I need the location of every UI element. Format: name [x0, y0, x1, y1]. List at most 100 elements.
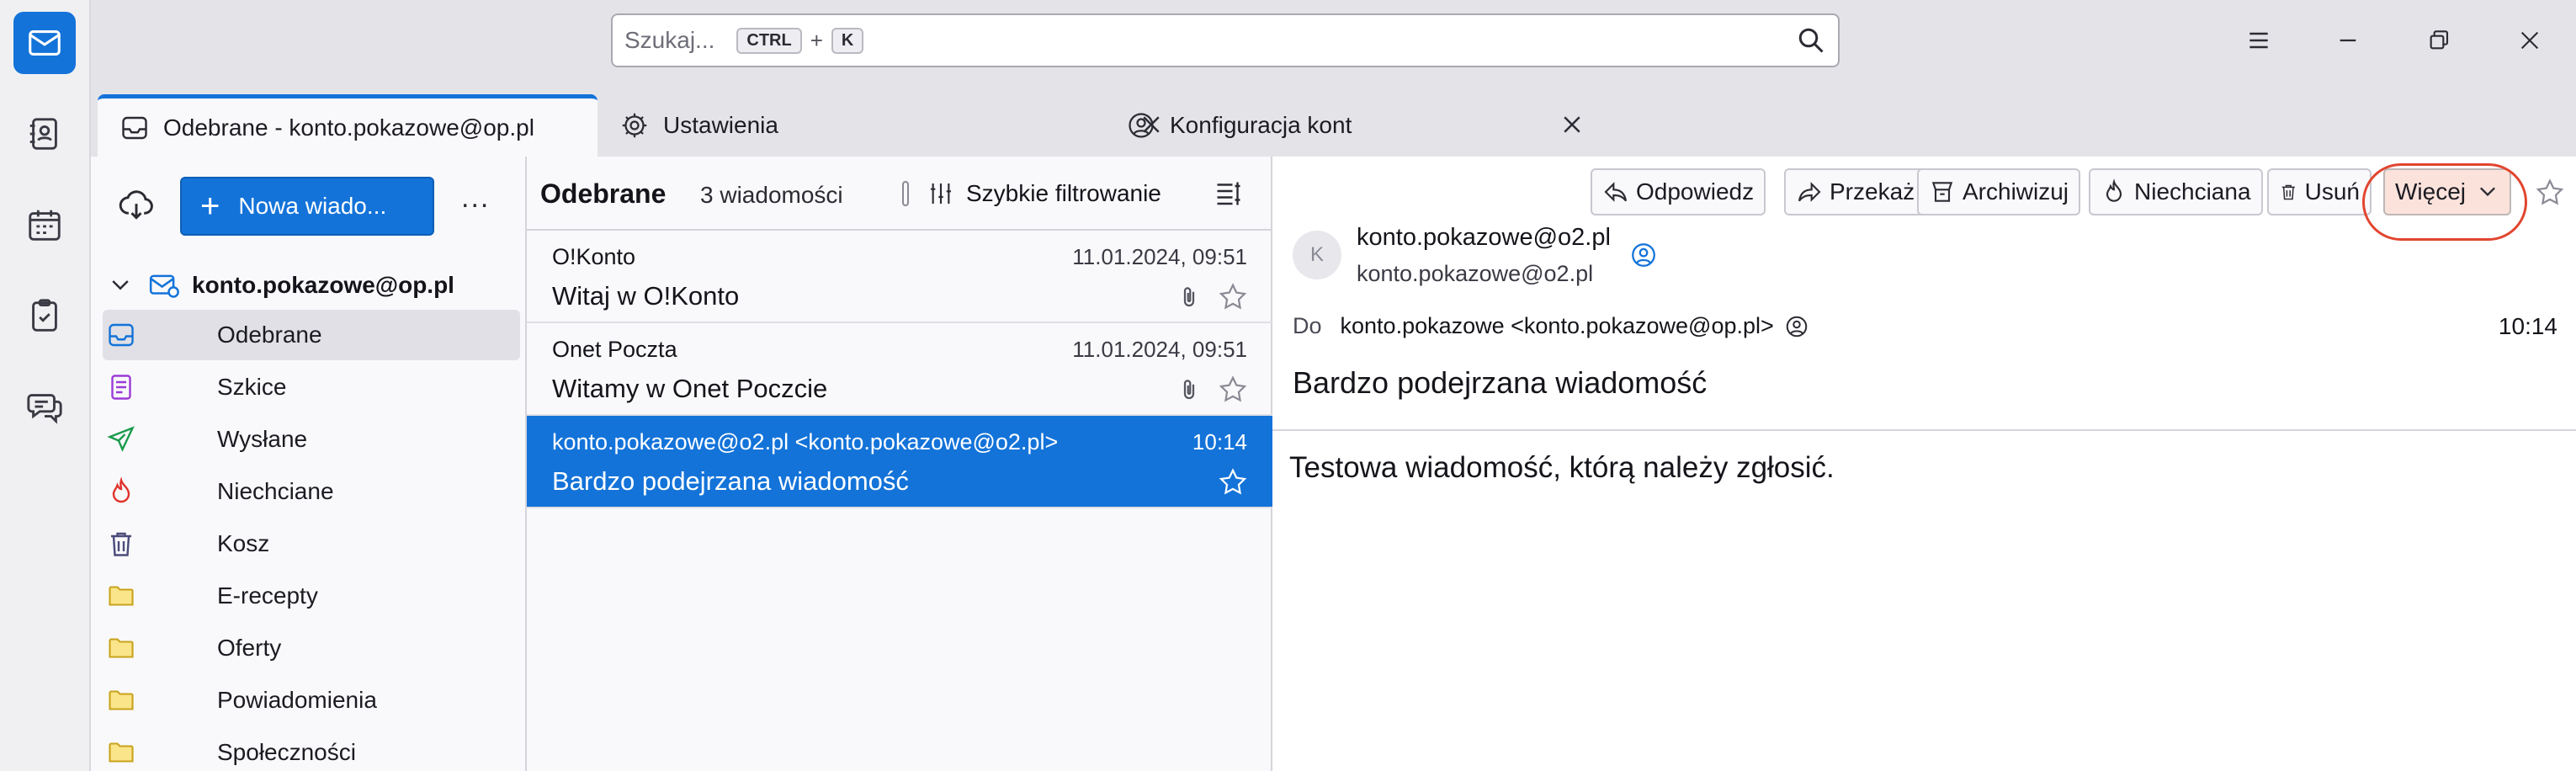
- new-message-button[interactable]: + Nowa wiado...: [180, 177, 434, 236]
- archive-label: Archiwizuj: [1963, 178, 2069, 205]
- folder-icon: [109, 638, 134, 658]
- folder-label: Kosz: [217, 530, 270, 556]
- message-reader: Odpowiedz Przekaż Archiwizuj Niechciana …: [1272, 157, 2576, 771]
- reply-button[interactable]: Odpowiedz: [1591, 168, 1766, 215]
- tasks-space-button[interactable]: [13, 284, 76, 347]
- star-icon[interactable]: [1217, 374, 1249, 406]
- tab-settings[interactable]: Ustawienia: [619, 94, 1192, 157]
- recipient-label: Do: [1293, 313, 1322, 338]
- chat-icon: [27, 394, 62, 424]
- account-mail-icon: [149, 274, 179, 298]
- folder-trash[interactable]: Kosz: [103, 518, 520, 569]
- folder-e-recepty[interactable]: E-recepty: [103, 571, 520, 621]
- folder-label: Oferty: [217, 635, 282, 661]
- restore-button[interactable]: [2415, 17, 2462, 64]
- folder-spolecznosci[interactable]: Społeczności: [103, 727, 520, 771]
- folder-oferty[interactable]: Oferty: [103, 623, 520, 673]
- sent-icon: [107, 426, 135, 452]
- folder-drafts[interactable]: Szkice: [103, 362, 520, 412]
- star-icon[interactable]: [1217, 281, 1249, 313]
- close-window-button[interactable]: [2506, 17, 2553, 64]
- message-date: 11.01.2024, 09:51: [1072, 244, 1247, 269]
- message-subject: Witaj w O!Konto: [552, 281, 740, 311]
- forward-button[interactable]: Przekaż: [1784, 168, 1927, 215]
- junk-icon: [2106, 178, 2122, 202]
- trash-icon: [2281, 184, 2295, 200]
- address-book-space-button[interactable]: [13, 103, 76, 165]
- quick-filter-label: Szybkie filtrowanie: [966, 180, 1161, 206]
- tab-close-button[interactable]: [1555, 108, 1589, 141]
- folder-sent[interactable]: Wysłane: [103, 414, 520, 465]
- message-sender: O!Konto: [552, 244, 636, 269]
- tab-inbox[interactable]: Odebrane - konto.pokazowe@op.pl: [98, 94, 598, 157]
- list-display-options-icon[interactable]: [1214, 178, 1244, 209]
- message-subject-heading: Bardzo podejrzana wiadomość: [1293, 365, 1708, 400]
- add-contact-icon[interactable]: [1629, 241, 1658, 269]
- tab-account-settings[interactable]: Konfiguracja kont: [1126, 94, 1698, 157]
- folder-inbox[interactable]: Odebrane: [103, 310, 520, 360]
- message-count: 3 wiadomości: [700, 182, 843, 208]
- star-icon[interactable]: [2534, 177, 2566, 209]
- folder-junk[interactable]: Niechciane: [103, 466, 520, 517]
- account-name: konto.pokazowe@op.pl: [192, 272, 454, 298]
- tab-label: Ustawienia: [663, 112, 778, 138]
- highlight-annotation: [2362, 163, 2527, 241]
- hamburger-menu-icon: [2249, 32, 2268, 49]
- folder-icon: [109, 690, 134, 710]
- folder-label: Odebrane: [217, 322, 322, 348]
- sender-name[interactable]: konto.pokazowe@o2.pl: [1357, 224, 1611, 252]
- folder-icon: [109, 586, 134, 606]
- folder-label: Społeczności: [217, 739, 356, 765]
- avatar: K: [1293, 231, 1341, 279]
- get-messages-icon[interactable]: [118, 187, 155, 224]
- quick-filter-button[interactable]: Szybkie filtrowanie: [902, 175, 1161, 212]
- message-row[interactable]: Onet Poczta 11.01.2024, 09:51 Witamy w O…: [527, 323, 1272, 416]
- message-sender: Onet Poczta: [552, 337, 677, 362]
- chat-space-button[interactable]: [13, 375, 76, 438]
- message-row[interactable]: O!Konto 11.01.2024, 09:51 Witaj w O!Kont…: [527, 231, 1272, 323]
- folder-title: Odebrane: [540, 178, 667, 209]
- close-icon: [1564, 116, 1580, 133]
- folder-powiadomienia[interactable]: Powiadomienia: [103, 675, 520, 726]
- shortcut-key-k: K: [831, 27, 864, 54]
- drafts-icon: [111, 375, 131, 400]
- message-body: Testowa wiadomość, którą należy zgłosić.: [1289, 451, 1835, 484]
- star-icon[interactable]: [1217, 466, 1249, 498]
- archive-icon: [1931, 182, 1953, 202]
- minimize-button[interactable]: [2324, 17, 2372, 64]
- tab-label: Konfiguracja kont: [1170, 112, 1352, 138]
- account-row[interactable]: konto.pokazowe@op.pl: [108, 264, 454, 306]
- attachment-icon: [1183, 287, 1195, 307]
- mail-space-button[interactable]: [13, 12, 76, 74]
- tab-bar: Odebrane - konto.pokazowe@op.pl Ustawien…: [91, 82, 2576, 157]
- folder-label: Powiadomienia: [217, 687, 377, 713]
- junk-icon: [112, 476, 130, 503]
- chevron-down-icon[interactable]: [108, 273, 133, 298]
- message-subject: Bardzo podejrzana wiadomość: [552, 466, 909, 496]
- calendar-space-button[interactable]: [13, 194, 76, 256]
- recipient-value[interactable]: konto.pokazowe <konto.pokazowe@op.pl>: [1341, 313, 1774, 339]
- message-date: 10:14: [1192, 429, 1247, 455]
- mail-icon: [29, 30, 61, 56]
- search-placeholder: Szukaj...: [624, 27, 715, 53]
- search-input[interactable]: Szukaj... CTRL + K: [611, 13, 1840, 67]
- account-settings-icon: [1129, 113, 1154, 138]
- delete-button[interactable]: Usuń: [2267, 168, 2372, 215]
- search-icon[interactable]: [1796, 25, 1826, 56]
- archive-button[interactable]: Archiwizuj: [1917, 168, 2081, 215]
- message-header-toolbar: Odpowiedz Przekaż Archiwizuj Niechciana …: [1272, 163, 2576, 241]
- sender-address[interactable]: konto.pokazowe@o2.pl: [1357, 261, 1593, 287]
- app-menu-button[interactable]: [2235, 17, 2282, 64]
- message-list-header: Odebrane 3 wiadomości Szybkie filtrowani…: [527, 157, 1272, 231]
- junk-button[interactable]: Niechciana: [2089, 168, 2263, 215]
- quick-filter-toggle[interactable]: [902, 181, 909, 206]
- message-time: 10:14: [2498, 313, 2557, 339]
- folder-pane-menu-button[interactable]: ...: [461, 182, 490, 215]
- message-row-selected[interactable]: konto.pokazowe@o2.pl <konto.pokazowe@o2.…: [527, 416, 1272, 508]
- junk-label: Niechciana: [2134, 178, 2251, 205]
- inbox-icon: [109, 323, 134, 347]
- folder-icon: [109, 742, 134, 763]
- message-subject: Witamy w Onet Poczcie: [552, 374, 828, 403]
- contact-icon[interactable]: [1784, 314, 1809, 339]
- close-icon: [2520, 31, 2539, 50]
